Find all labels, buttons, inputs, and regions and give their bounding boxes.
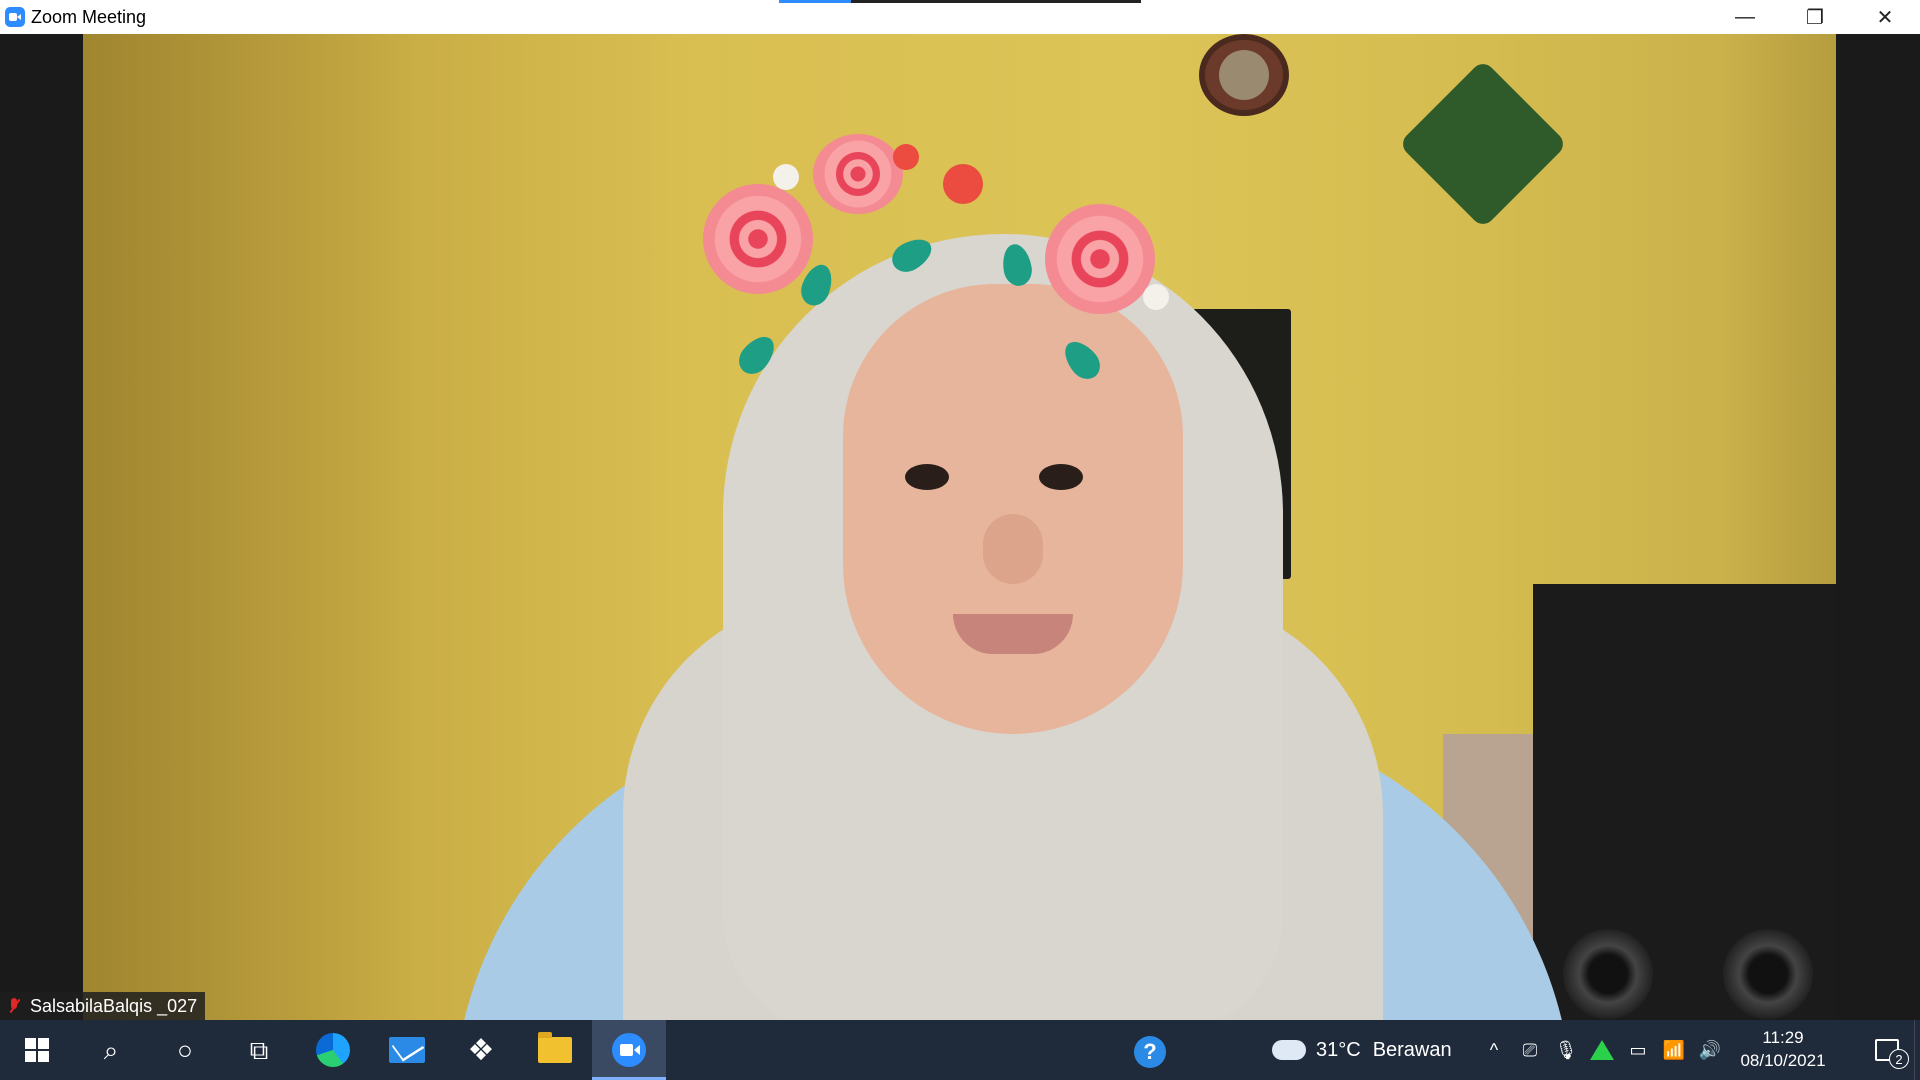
- folder-icon: [538, 1032, 572, 1063]
- mail-taskbar-button[interactable]: [370, 1020, 444, 1080]
- windows-start-icon: [25, 1038, 49, 1062]
- participant-video[interactable]: [83, 34, 1836, 1020]
- action-center-button[interactable]: 2: [1860, 1020, 1914, 1080]
- wall-plant-decor: [1398, 59, 1568, 229]
- battery-icon: ▭: [1629, 1039, 1647, 1060]
- search-icon: ⌕: [103, 1035, 119, 1065]
- task-view-button[interactable]: ⧉: [222, 1020, 296, 1080]
- wifi-icon: 📶: [1662, 1039, 1686, 1060]
- wall-shadow: [83, 34, 423, 1020]
- person-nose: [983, 514, 1043, 584]
- weather-temperature: 31°C: [1316, 1038, 1361, 1061]
- system-clock[interactable]: 11:29 08/10/2021: [1728, 1020, 1838, 1080]
- top-progress-strip: [779, 0, 1141, 3]
- weather-widget[interactable]: 31°C Berawan: [1272, 1020, 1452, 1080]
- microphone-tray-button[interactable]: 🎙: [1548, 1020, 1584, 1080]
- partly-cloudy-icon: [1272, 1030, 1306, 1060]
- meet-now-button[interactable]: ⎚: [1512, 1020, 1548, 1080]
- minimize-button[interactable]: —: [1710, 0, 1780, 34]
- flower-petal: [1143, 284, 1169, 310]
- mail-icon: [389, 1037, 425, 1063]
- leaf: [732, 329, 782, 381]
- search-button[interactable]: ⌕: [74, 1020, 148, 1080]
- flower-petal: [943, 164, 983, 204]
- system-tray: ^ ⎚ 🎙 ▭ 📶 🔊: [1476, 1020, 1728, 1080]
- window-controls: — ❐ ✕: [1710, 0, 1920, 34]
- person-eye: [1039, 464, 1083, 490]
- edge-taskbar-button[interactable]: [296, 1020, 370, 1080]
- notification-icon: 2: [1875, 1039, 1909, 1069]
- title-bar: Zoom Meeting — ❐ ✕: [0, 0, 1920, 34]
- dropbox-taskbar-button[interactable]: ❖: [444, 1020, 518, 1080]
- zoom-app-icon: [5, 7, 25, 27]
- person-eye: [905, 464, 949, 490]
- task-view-icon: ⧉: [249, 1035, 269, 1065]
- google-drive-icon: [1590, 1040, 1614, 1060]
- restore-button[interactable]: ❐: [1780, 0, 1850, 34]
- notification-count-badge: 2: [1889, 1049, 1909, 1069]
- wall-clock: [1199, 34, 1289, 116]
- zoom-icon: [612, 1033, 646, 1067]
- leaf: [1057, 334, 1107, 386]
- rose: [813, 134, 903, 214]
- show-hidden-icons-button[interactable]: ^: [1476, 1020, 1512, 1080]
- meet-now-icon: ⎚: [1522, 1039, 1538, 1060]
- rose: [703, 184, 813, 294]
- leaf: [999, 241, 1035, 289]
- window-title: Zoom Meeting: [31, 6, 147, 27]
- clock-date: 08/10/2021: [1740, 1051, 1826, 1070]
- meeting-stage: SalsabilaBalqis _027: [0, 34, 1920, 1020]
- flower-crown-filter: [703, 124, 1183, 386]
- participant-name-tag: SalsabilaBalqis _027: [0, 992, 206, 1020]
- chevron-up-icon: ^: [1489, 1039, 1499, 1060]
- close-button[interactable]: ✕: [1850, 0, 1920, 34]
- battery-tray-button[interactable]: ▭: [1620, 1020, 1656, 1080]
- volume-tray-button[interactable]: 🔊: [1692, 1020, 1728, 1080]
- help-tips-icon[interactable]: ?: [1134, 1036, 1166, 1068]
- mic-muted-icon: [6, 997, 22, 1015]
- speaker-cone: [1723, 929, 1813, 1019]
- dropbox-icon: ❖: [467, 1033, 495, 1067]
- microphone-icon: 🎙: [1554, 1039, 1578, 1060]
- flower-petal: [773, 164, 799, 190]
- weather-condition: Berawan: [1372, 1038, 1452, 1061]
- speaker-cone: [1563, 929, 1653, 1019]
- clock-time: 11:29: [1762, 1028, 1804, 1048]
- rose: [1045, 204, 1155, 314]
- volume-icon: 🔊: [1698, 1039, 1722, 1060]
- start-button[interactable]: [0, 1020, 74, 1080]
- show-desktop-button[interactable]: [1914, 1020, 1920, 1080]
- google-drive-tray-button[interactable]: [1584, 1020, 1620, 1080]
- leaf: [886, 232, 938, 278]
- cortana-icon: ○: [177, 1035, 193, 1065]
- zoom-taskbar-button[interactable]: [592, 1020, 666, 1080]
- edge-icon: [316, 1033, 350, 1067]
- speaker-cabinet: [1533, 584, 1836, 1020]
- cortana-button[interactable]: ○: [148, 1020, 222, 1080]
- flower-petal: [893, 144, 919, 170]
- top-progress-fill: [779, 0, 852, 3]
- network-tray-button[interactable]: 📶: [1656, 1020, 1692, 1080]
- person-mouth: [953, 614, 1073, 654]
- file-explorer-taskbar-button[interactable]: [518, 1020, 592, 1080]
- participant-name: SalsabilaBalqis _027: [30, 995, 198, 1016]
